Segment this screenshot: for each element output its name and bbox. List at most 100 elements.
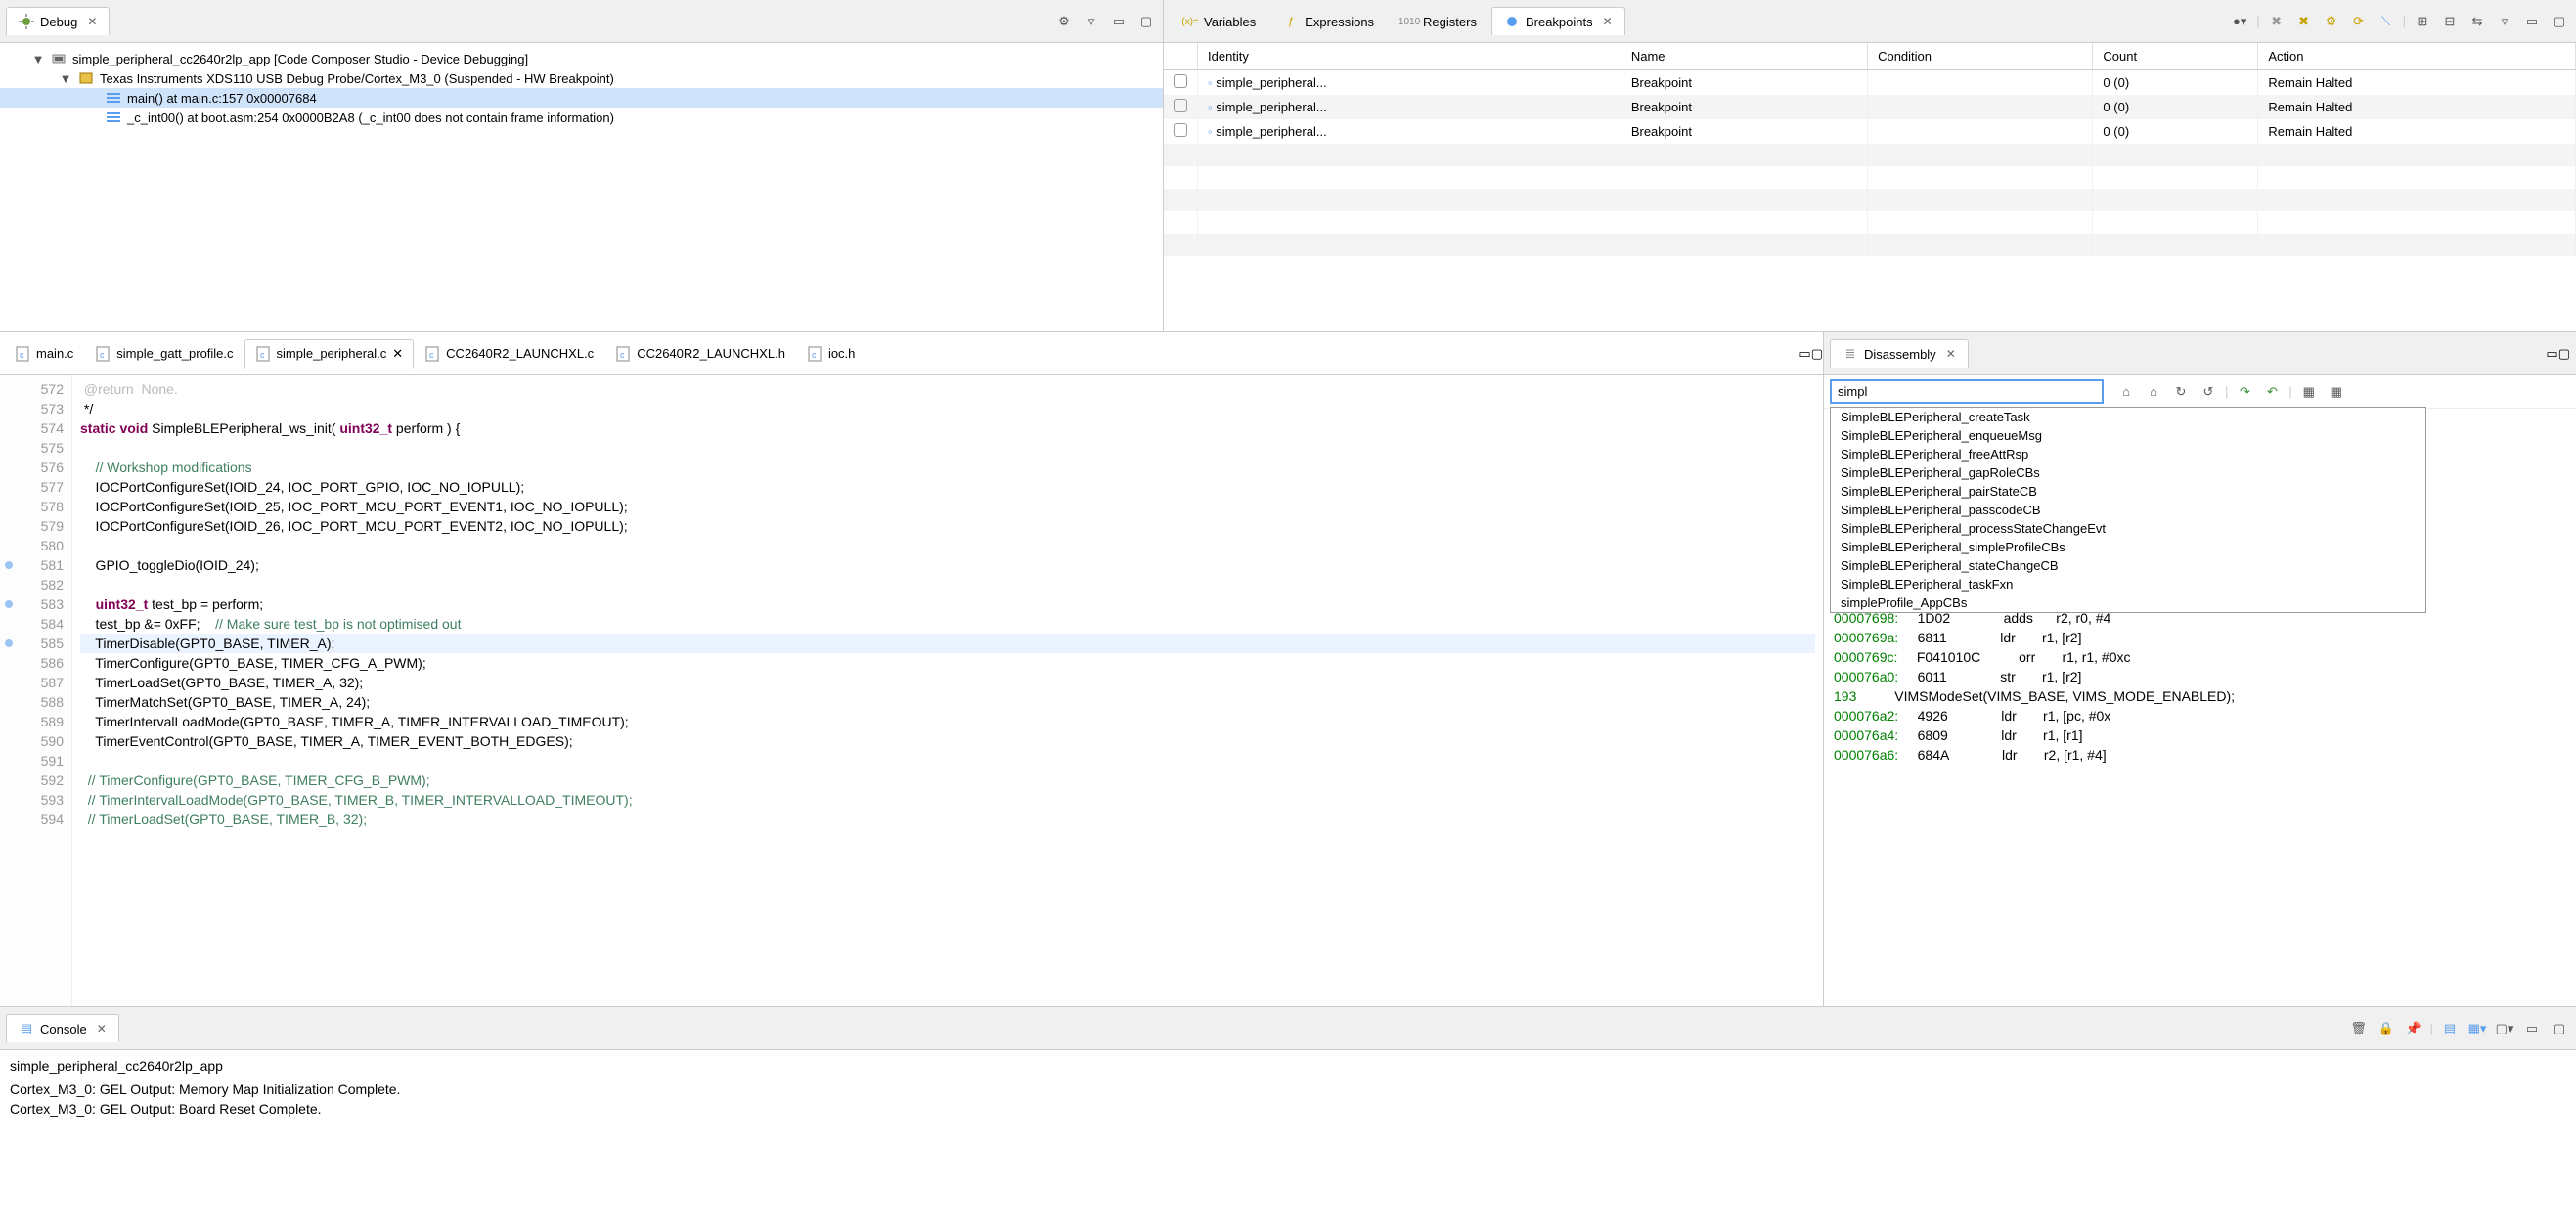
code-line[interactable]: IOCPortConfigureSet(IOID_25, IOC_PORT_MC… (80, 497, 1815, 516)
disasm-line[interactable]: 0000769a: 6811 ldr r1, [r2] (1834, 628, 2576, 647)
disassembly-tab[interactable]: ≣ Disassembly ✕ (1830, 339, 1969, 368)
code-line[interactable]: // TimerIntervalLoadMode(GPT0_BASE, TIME… (80, 790, 1815, 810)
code-line[interactable]: TimerConfigure(GPT0_BASE, TIMER_CFG_A_PW… (80, 653, 1815, 673)
column-header[interactable]: Condition (1868, 43, 2093, 70)
code-line[interactable]: @return None. (80, 379, 1815, 399)
code-line[interactable]: GPIO_toggleDio(IOID_24); (80, 555, 1815, 575)
code-line[interactable]: static void SimpleBLEPeripheral_ws_init(… (80, 418, 1815, 438)
autocomplete-popup[interactable]: SimpleBLEPeripheral_createTaskSimpleBLEP… (1830, 407, 2426, 613)
new-bp-icon[interactable]: ●▾ (2229, 11, 2250, 32)
tab-variables[interactable]: (x)=Variables (1170, 7, 1268, 35)
stack-frame-row[interactable]: ▼simple_peripheral_cc2640r2lp_app [Code … (0, 49, 1163, 68)
autocomplete-item[interactable]: SimpleBLEPeripheral_gapRoleCBs (1831, 463, 2425, 482)
step2-icon[interactable]: ↶ (2261, 381, 2283, 403)
tab-registers[interactable]: 1010Registers (1389, 7, 1489, 35)
close-icon[interactable]: ✕ (392, 346, 403, 362)
console-tab[interactable]: ▤ Console ✕ (6, 1014, 119, 1042)
code-line[interactable]: TimerEventControl(GPT0_BASE, TIMER_A, TI… (80, 731, 1815, 751)
refresh2-icon[interactable]: ↺ (2198, 381, 2219, 403)
disasm-line[interactable]: 000076a0: 6011 str r1, [r2] (1834, 667, 2576, 686)
breakpoint-marker-icon[interactable] (4, 599, 14, 609)
autocomplete-item[interactable]: SimpleBLEPeripheral_passcodeCB (1831, 501, 2425, 519)
autocomplete-item[interactable]: simpleProfile_AppCBs (1831, 594, 2425, 612)
new-console-icon[interactable]: ▢▾ (2494, 1018, 2515, 1039)
code-line[interactable]: TimerLoadSet(GPT0_BASE, TIMER_A, 32); (80, 673, 1815, 692)
code-line[interactable] (80, 536, 1815, 555)
disasm-line[interactable]: 0000769c: F041010C orr r1, r1, #0xc (1834, 647, 2576, 667)
minimize-icon[interactable]: ▭ (1799, 346, 1810, 362)
editor-tab[interactable]: cCC2640R2_LAUNCHXL.c (414, 339, 604, 369)
code-line[interactable]: test_bp &= 0xFF; // Make sure test_bp is… (80, 614, 1815, 634)
code-line[interactable] (80, 438, 1815, 458)
debug-stack-tree[interactable]: ▼simple_peripheral_cc2640r2lp_app [Code … (0, 43, 1163, 133)
clear-icon[interactable]: 🗑 (2348, 1018, 2370, 1039)
remove-all-icon[interactable]: ✖ (2293, 11, 2315, 32)
autocomplete-item[interactable]: SimpleBLEPeripheral_enqueueMsg (1831, 426, 2425, 445)
step-icon[interactable]: ↷ (2234, 381, 2255, 403)
disasm-address-input[interactable] (1830, 379, 2104, 404)
debug-tab[interactable]: Debug ✕ (6, 7, 110, 35)
breakpoint-marker-icon[interactable] (4, 560, 14, 570)
code-line[interactable]: IOCPortConfigureSet(IOID_24, IOC_PORT_GP… (80, 477, 1815, 497)
bp-checkbox[interactable] (1174, 99, 1187, 112)
tab-breakpoints[interactable]: Breakpoints✕ (1491, 7, 1625, 35)
column-header[interactable]: Identity (1198, 43, 1621, 70)
minimize-icon[interactable]: ▭ (1108, 11, 1130, 32)
link2-icon[interactable]: ⇆ (2466, 11, 2488, 32)
close-icon[interactable]: ✕ (1603, 15, 1613, 28)
autocomplete-item[interactable]: SimpleBLEPeripheral_stateChangeCB (1831, 556, 2425, 575)
code-line[interactable]: */ (80, 399, 1815, 418)
code-line[interactable]: IOCPortConfigureSet(IOID_26, IOC_PORT_MC… (80, 516, 1815, 536)
view-menu-icon[interactable]: ▿ (1081, 11, 1102, 32)
toggle2-icon[interactable]: ▦ (2326, 381, 2347, 403)
home2-icon[interactable]: ⌂ (2143, 381, 2164, 403)
refresh-icon[interactable]: ↻ (2170, 381, 2192, 403)
column-header[interactable]: Action (2258, 43, 2576, 70)
minimize-icon[interactable]: ▭ (2546, 346, 2557, 362)
breakpoint-row[interactable]: ◦ simple_peripheral...Breakpoint0 (0)Rem… (1164, 70, 2576, 96)
disclosure-icon[interactable]: ▼ (59, 71, 72, 86)
code-line[interactable]: TimerDisable(GPT0_BASE, TIMER_A); (80, 634, 1815, 653)
remove-icon[interactable]: ✖ (2266, 11, 2287, 32)
home-icon[interactable]: ⌂ (2115, 381, 2137, 403)
autocomplete-item[interactable]: SimpleBLEPeripheral_taskFxn (1831, 575, 2425, 594)
disasm-line[interactable]: 000076a6: 684A ldr r2, [r1, #4] (1834, 745, 2576, 765)
breakpoints-table[interactable]: IdentityNameConditionCountAction ◦ simpl… (1164, 43, 2576, 256)
debug-toolbar-btn[interactable]: ⚙ (1053, 11, 1075, 32)
collapse-icon[interactable]: ⊟ (2439, 11, 2461, 32)
editor-tab[interactable]: cioc.h (796, 339, 866, 369)
bp-checkbox[interactable] (1174, 74, 1187, 88)
code-line[interactable]: // Workshop modifications (80, 458, 1815, 477)
scroll-lock-icon[interactable]: 🔒 (2376, 1018, 2397, 1039)
toggle-icon[interactable]: ▦ (2298, 381, 2320, 403)
maximize-icon[interactable]: ▢ (1135, 11, 1157, 32)
editor-tab[interactable]: cCC2640R2_LAUNCHXL.h (604, 339, 796, 369)
close-icon[interactable]: ✕ (1946, 347, 1956, 361)
autocomplete-item[interactable]: SimpleBLEPeripheral_simpleProfileCBs (1831, 538, 2425, 556)
maximize-icon[interactable]: ▢ (2549, 11, 2570, 32)
code-line[interactable] (80, 575, 1815, 594)
autocomplete-item[interactable]: SimpleBLEPeripheral_createTask (1831, 408, 2425, 426)
code-line[interactable] (80, 751, 1815, 770)
autocomplete-item[interactable]: SimpleBLEPeripheral_processStateChangeEv… (1831, 519, 2425, 538)
close-icon[interactable]: ✕ (97, 1022, 107, 1035)
stack-frame-row[interactable]: main() at main.c:157 0x00007684 (0, 88, 1163, 108)
close-icon[interactable]: ✕ (87, 15, 97, 28)
autocomplete-item[interactable]: SimpleBLEPeripheral_pairStateCB (1831, 482, 2425, 501)
column-header[interactable]: Count (2093, 43, 2258, 70)
link-icon[interactable]: ⟍ (2376, 11, 2397, 32)
code-line[interactable]: uint32_t test_bp = perform; (80, 594, 1815, 614)
disasm-line[interactable]: 000076a4: 6809 ldr r1, [r1] (1834, 726, 2576, 745)
minimize-icon[interactable]: ▭ (2521, 11, 2543, 32)
breakpoint-row[interactable]: ◦ simple_peripheral...Breakpoint0 (0)Rem… (1164, 95, 2576, 119)
disasm-line[interactable]: 193 VIMSModeSet(VIMS_BASE, VIMS_MODE_ENA… (1834, 686, 2576, 706)
editor-tab[interactable]: csimple_gatt_profile.c (84, 339, 244, 369)
code-line[interactable]: TimerMatchSet(GPT0_BASE, TIMER_A, 24); (80, 692, 1815, 712)
view-menu-icon[interactable]: ▿ (2494, 11, 2515, 32)
code-editor[interactable]: 5725735745755765775785795805815825835845… (0, 375, 1823, 1006)
open-console-icon[interactable]: ▦▾ (2466, 1018, 2488, 1039)
maximize-icon[interactable]: ▢ (1811, 346, 1823, 362)
display-icon[interactable]: ▤ (2439, 1018, 2461, 1039)
autocomplete-item[interactable]: SimpleBLEPeripheral_freeAttRsp (1831, 445, 2425, 463)
goto-icon[interactable]: ⚙ (2321, 11, 2342, 32)
